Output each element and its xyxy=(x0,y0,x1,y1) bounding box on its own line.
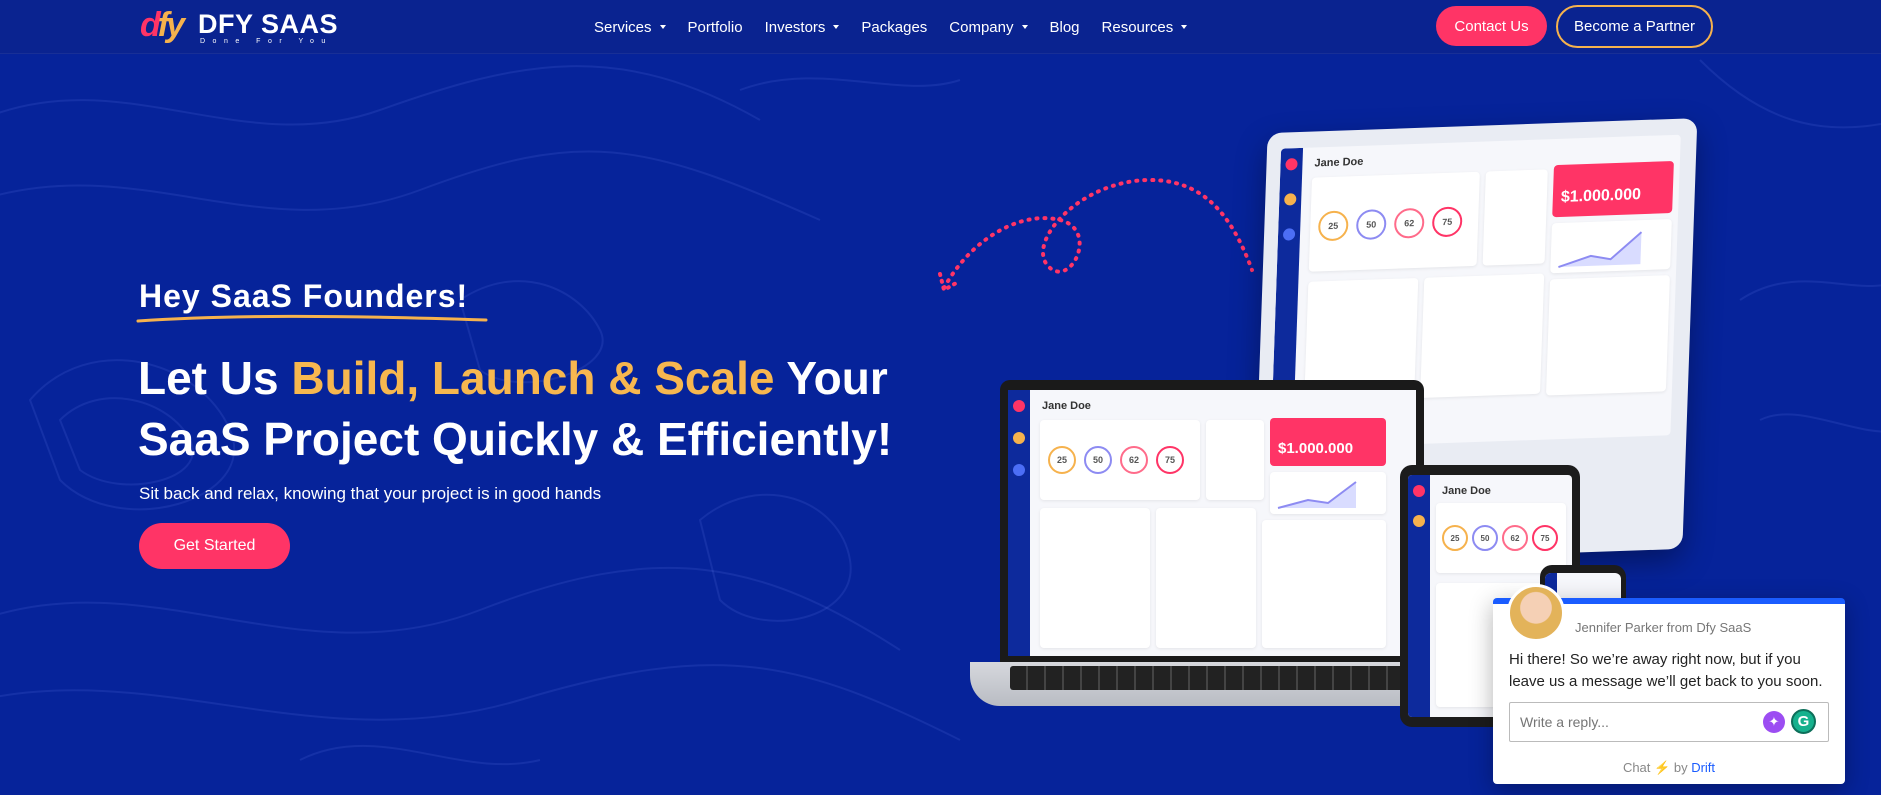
hero-subtitle: Sit back and relax, knowing that your pr… xyxy=(139,484,602,503)
agent-avatar xyxy=(1507,584,1565,642)
lightning-bolt-icon: ⚡ xyxy=(1654,760,1671,775)
contact-us-button[interactable]: Contact Us xyxy=(1436,6,1547,46)
eyebrow-underline xyxy=(136,314,488,323)
menu-item-resources[interactable]: Resources xyxy=(1102,19,1188,36)
laptop-mockup: Jane Doe 25 50 62 75 $1.000.000 xyxy=(970,380,1450,720)
sparkle-icon[interactable]: ✦ xyxy=(1763,711,1785,733)
laptop-dashboard: Jane Doe 25 50 62 75 $1.000.000 xyxy=(1008,390,1416,656)
menu-item-services[interactable]: Services xyxy=(594,19,666,36)
grammarly-icon[interactable]: G xyxy=(1791,709,1816,734)
dashboard-user-name: Jane Doe xyxy=(1442,485,1491,497)
hero-headline: Let Us Build, Launch & Scale Your SaaS P… xyxy=(138,352,893,465)
menu-item-blog[interactable]: Blog xyxy=(1050,19,1080,36)
chat-agent-name: Jennifer Parker from Dfy SaaS xyxy=(1575,620,1752,635)
chat-message: Hi there! So we’re away right now, but i… xyxy=(1509,651,1823,690)
chat-footer: Chat ⚡ by Drift xyxy=(1622,760,1716,775)
menu-item-investors[interactable]: Investors xyxy=(765,19,840,36)
logo-tagline: Done For You xyxy=(200,38,333,45)
menu-item-company[interactable]: Company xyxy=(949,19,1028,36)
dfy-saas-logo[interactable]: dfy DFY SAAS Done For You xyxy=(140,6,350,48)
drift-chat-widget: Jennifer Parker from Dfy SaaS Hi there! … xyxy=(1493,584,1845,784)
get-started-button[interactable]: Get Started xyxy=(139,523,290,569)
dashboard-user-name: Jane Doe xyxy=(1042,400,1091,412)
headline-accent: Build, Launch & Scale xyxy=(291,352,775,404)
hero-eyebrow: Hey SaaS Founders! xyxy=(139,278,469,314)
caret-down-icon xyxy=(833,25,840,29)
menu-item-packages[interactable]: Packages xyxy=(861,19,927,36)
caret-down-icon xyxy=(1021,25,1028,29)
dashboard-user-name: Jane Doe xyxy=(1314,155,1364,170)
top-navigation-bar: dfy DFY SAAS Done For You Services Portf… xyxy=(0,0,1881,54)
logo-wordmark: DFY SAAS xyxy=(198,9,339,39)
drift-brand-link[interactable]: Drift xyxy=(1691,760,1715,775)
caret-down-icon xyxy=(659,25,666,29)
become-partner-button[interactable]: Become a Partner xyxy=(1556,5,1713,48)
main-menu: Services Portfolio Investors Packages Co… xyxy=(594,0,1209,54)
caret-down-icon xyxy=(1181,25,1188,29)
logo-mark: dfy xyxy=(140,6,185,44)
menu-item-portfolio[interactable]: Portfolio xyxy=(688,19,743,36)
